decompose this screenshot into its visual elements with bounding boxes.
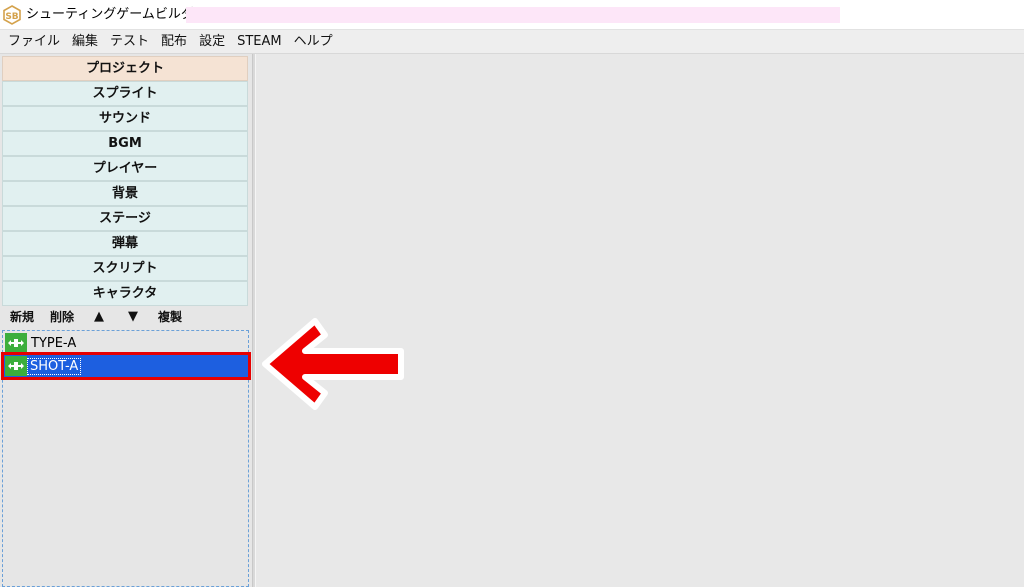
list-item-label: SHOT-A bbox=[27, 357, 82, 375]
move-up-button[interactable]: ▲ bbox=[82, 306, 116, 328]
category-project[interactable]: プロジェクト bbox=[2, 56, 248, 81]
title-redaction bbox=[186, 7, 840, 23]
category-script[interactable]: スクリプト bbox=[2, 256, 248, 281]
menu-help[interactable]: ヘルプ bbox=[288, 31, 339, 53]
category-player[interactable]: プレイヤー bbox=[2, 156, 248, 181]
category-character[interactable]: キャラクタ bbox=[2, 281, 248, 306]
new-button[interactable]: 新規 bbox=[2, 306, 42, 328]
category-bgm[interactable]: BGM bbox=[2, 131, 248, 156]
list-toolbar: 新規 削除 ▲ ▼ 複製 bbox=[2, 306, 248, 328]
app-logo-icon: SB bbox=[3, 5, 21, 25]
move-down-button[interactable]: ▼ bbox=[116, 306, 150, 328]
menu-distribute[interactable]: 配布 bbox=[155, 31, 193, 53]
menu-bar: ファイル 編集 テスト 配布 設定 STEAM ヘルプ bbox=[0, 30, 1024, 54]
ship-icon bbox=[5, 356, 27, 376]
list-item-label: TYPE-A bbox=[31, 335, 77, 351]
menu-edit[interactable]: 編集 bbox=[66, 31, 104, 53]
category-sound[interactable]: サウンド bbox=[2, 106, 248, 131]
item-list[interactable]: TYPE-A SHOT-A bbox=[1, 330, 251, 587]
menu-settings[interactable]: 設定 bbox=[193, 31, 231, 53]
title-bar: SB シューティングゲームビルダー bbox=[0, 0, 1024, 30]
delete-button[interactable]: 削除 bbox=[42, 306, 82, 328]
category-list: プロジェクト スプライト サウンド BGM プレイヤー 背景 ステージ 弾幕 ス… bbox=[2, 56, 248, 306]
category-sprite[interactable]: スプライト bbox=[2, 81, 248, 106]
left-panel: プロジェクト スプライト サウンド BGM プレイヤー 背景 ステージ 弾幕 ス… bbox=[0, 54, 252, 587]
window-title: シューティングゲームビルダー bbox=[26, 7, 207, 22]
category-background[interactable]: 背景 bbox=[2, 181, 248, 206]
list-item-selected[interactable]: SHOT-A bbox=[1, 352, 251, 380]
svg-text:SB: SB bbox=[5, 12, 18, 22]
category-barrage[interactable]: 弾幕 bbox=[2, 231, 248, 256]
menu-file[interactable]: ファイル bbox=[2, 31, 66, 53]
ship-icon bbox=[5, 333, 27, 353]
category-stage[interactable]: ステージ bbox=[2, 206, 248, 231]
menu-steam[interactable]: STEAM bbox=[231, 31, 288, 53]
list-item[interactable]: TYPE-A bbox=[4, 332, 248, 354]
menu-test[interactable]: テスト bbox=[104, 31, 155, 53]
annotation-arrow-icon bbox=[262, 318, 404, 410]
duplicate-button[interactable]: 複製 bbox=[150, 306, 190, 328]
